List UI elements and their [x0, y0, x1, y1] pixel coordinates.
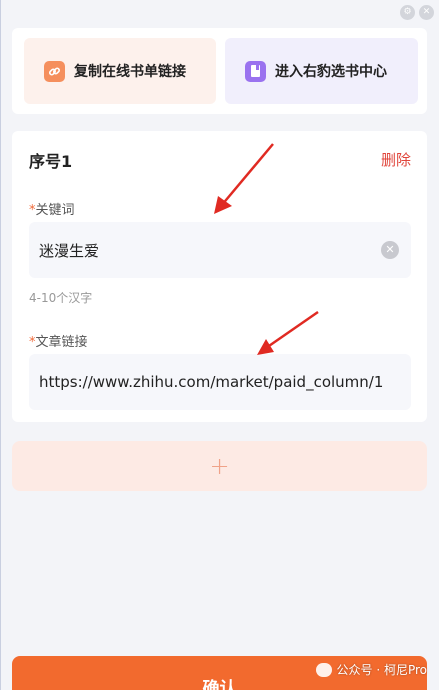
settings-icon[interactable]: ⚙	[400, 5, 415, 20]
keyword-label-text: 关键词	[35, 203, 75, 218]
article-link-value: https://www.zhihu.com/market/paid_column…	[39, 373, 384, 391]
enter-selection-center-button[interactable]: 进入右豹选书中心	[225, 38, 418, 104]
link-icon	[44, 60, 65, 82]
keyword-input[interactable]: 迷漫生爱 ✕	[29, 222, 411, 278]
window-edge	[0, 0, 1, 690]
keyword-hint: 4-10个汉字	[29, 291, 93, 305]
article-link-input[interactable]: https://www.zhihu.com/market/paid_column…	[29, 354, 411, 410]
keyword-value: 迷漫生爱	[39, 241, 100, 260]
close-icon[interactable]: ✕	[419, 5, 434, 20]
copy-booklist-link-label: 复制在线书单链接	[74, 64, 186, 80]
copy-booklist-link-button[interactable]: 复制在线书单链接	[24, 38, 216, 104]
wechat-icon	[315, 662, 332, 677]
book-icon	[245, 60, 266, 82]
window-controls: ⚙ ✕	[400, 5, 434, 20]
link-label-text: 文章链接	[35, 335, 88, 350]
annotation-arrow	[214, 143, 274, 214]
link-label: *文章链接	[29, 331, 88, 350]
watermark: 公众号 · 柯尼Pro	[315, 661, 427, 678]
clear-icon[interactable]: ✕	[381, 241, 399, 259]
annotation-arrow	[257, 310, 319, 355]
shortcut-card: 复制在线书单链接 进入右豹选书中心	[12, 28, 427, 114]
enter-selection-center-label: 进入右豹选书中心	[275, 64, 387, 80]
delete-button[interactable]: 删除	[381, 149, 411, 170]
watermark-text: 公众号 · 柯尼Pro	[336, 663, 427, 677]
entry-title: 序号1	[29, 152, 73, 171]
keyword-label: *关键词	[29, 199, 75, 218]
add-entry-button[interactable]: +	[12, 441, 427, 491]
